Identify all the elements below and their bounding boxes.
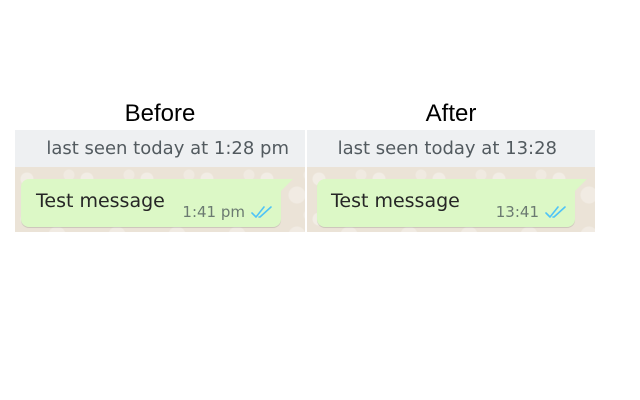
chat-area: Test message 1:41 pm: [15, 167, 305, 232]
chat-area: Test message 13:41: [307, 167, 595, 232]
chat-header: last seen today at 1:28 pm: [15, 130, 305, 167]
bubble-tail: [280, 179, 293, 192]
message-text: Test message: [36, 190, 165, 212]
double-check-read-icon: [545, 205, 567, 219]
panel-heading: After: [425, 100, 477, 127]
panel-heading: Before: [124, 100, 196, 127]
double-check-read-icon: [251, 205, 273, 219]
message-time: 13:41: [495, 203, 539, 221]
message-meta: 1:41 pm: [182, 203, 273, 221]
last-seen-status: last seen today at 1:28 pm: [46, 138, 289, 159]
message-meta: 13:41: [496, 203, 567, 221]
bubble-tail: [574, 179, 587, 192]
outgoing-message-bubble[interactable]: Test message 1:41 pm: [21, 179, 293, 227]
message-time: 1:41 pm: [182, 203, 245, 221]
after-panel: After last seen today at 13:28 Test mess…: [307, 0, 595, 400]
before-panel: Before last seen today at 1:28 pm Test m…: [15, 0, 305, 400]
message-text: Test message: [331, 190, 460, 212]
chat-header: last seen today at 13:28: [307, 130, 595, 167]
outgoing-message-bubble[interactable]: Test message 13:41: [317, 179, 587, 227]
last-seen-status: last seen today at 13:28: [337, 138, 557, 159]
